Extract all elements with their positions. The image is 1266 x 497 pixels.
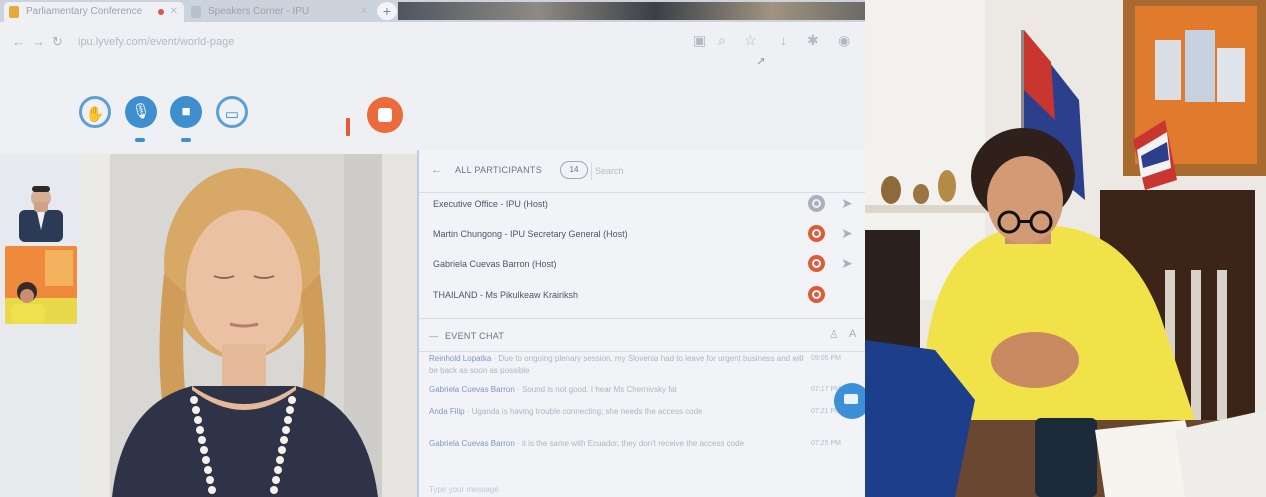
participants-title: ALL PARTICIPANTS <box>455 165 542 175</box>
tab-title: Speakers Corner - IPU <box>208 6 310 17</box>
chat-message: Gabriela Cuevas Barron · it is the same … <box>429 439 745 448</box>
stop-icon <box>378 108 392 122</box>
camera-indicator <box>181 138 191 142</box>
chat-message: Reinhold Lopatka · Due to ongoing plenar… <box>429 354 804 375</box>
address-bar: ← → ↻ ipu.lyvefy.com/event/world-page ▣ … <box>0 22 865 68</box>
profile-icon[interactable]: ◉ <box>838 32 850 49</box>
participant-status-icon <box>808 286 825 303</box>
cast-icon[interactable]: ▣ <box>693 32 706 49</box>
participant-status-icon <box>808 255 825 272</box>
text-size-icon[interactable]: A <box>849 328 856 340</box>
participant-name: Martin Chungong - IPU Secretary General … <box>433 229 628 239</box>
window-strip <box>398 2 865 20</box>
microphone-button[interactable]: 🎙 <box>125 96 157 128</box>
forward-icon[interactable]: → <box>32 34 45 49</box>
event-chat-header[interactable]: — EVENT CHAT ♙ A <box>419 318 865 352</box>
participant-name: THAILAND - Ms Pikulkeaw Krairiksh <box>433 290 579 300</box>
chat-time: 07:25 PM <box>811 440 841 447</box>
raise-hand-icon: ✋ <box>85 106 105 123</box>
close-tab-icon[interactable]: ✕ <box>360 2 368 22</box>
participant-row[interactable]: Gabriela Cuevas Barron (Host) ➤ <box>419 250 865 280</box>
participants-header: ← ALL PARTICIPANTS 14 Search <box>419 150 865 193</box>
send-message-icon[interactable]: ➤ <box>841 195 853 212</box>
browser-tab-bar: Parliamentary Conference ✕ Speakers Corn… <box>0 0 865 22</box>
send-message-icon[interactable]: ➤ <box>841 255 853 272</box>
chat-message: Gabriela Cuevas Barron · Sound is not go… <box>429 385 677 394</box>
participant-thumbnails <box>0 154 82 497</box>
event-chat-title: EVENT CHAT <box>445 331 505 341</box>
microphone-icon: 🎙 <box>131 103 151 120</box>
chat-message: Anda Filip · Uganda is having trouble co… <box>429 407 703 416</box>
participant-name: Executive Office - IPU (Host) <box>433 199 548 209</box>
extensions-icon[interactable]: ✱ <box>807 32 819 49</box>
side-panel: ← ALL PARTICIPANTS 14 Search Executive O… <box>417 150 865 497</box>
reload-icon[interactable]: ↻ <box>52 34 63 50</box>
close-tab-icon[interactable]: ✕ <box>170 2 178 22</box>
search-icon[interactable]: ⌕ <box>718 32 726 49</box>
new-tab-button[interactable]: + <box>377 2 397 20</box>
main-video-feed <box>82 154 417 497</box>
mic-indicator <box>135 138 145 142</box>
camera-button[interactable]: ■ <box>170 96 202 128</box>
browser-tab-1[interactable]: Parliamentary Conference ✕ <box>4 2 184 22</box>
chat-text: it is the same with Ecuador, they don't … <box>521 439 745 448</box>
chat-text: Sound is not good. I hear Ms Chernivsky … <box>521 385 677 394</box>
participant-row[interactable]: Martin Chungong - IPU Secretary General … <box>419 220 865 250</box>
chat-text: Uganda is having trouble connecting; she… <box>471 407 703 416</box>
chat-sender: Anda Filip <box>429 407 465 416</box>
chat-time: 09:05 PM <box>811 355 841 362</box>
camera-icon: ■ <box>181 103 191 120</box>
back-arrow-icon[interactable]: ← <box>431 164 442 176</box>
chat-sender: Gabriela Cuevas Barron <box>429 385 515 394</box>
recording-bar <box>346 118 350 136</box>
download-icon[interactable]: ↓ <box>780 32 787 48</box>
participant-status-icon <box>808 195 825 212</box>
screen-share-button[interactable]: ▭ <box>216 96 248 128</box>
screen-share-icon: ▭ <box>224 106 240 123</box>
thumbnail-woman-in-yellow[interactable] <box>5 246 77 324</box>
chat-sender: Gabriela Cuevas Barron <box>429 439 515 448</box>
site-favicon-icon <box>191 6 201 18</box>
participant-search-input[interactable]: Search <box>595 166 624 176</box>
chat-action-button[interactable] <box>834 383 865 419</box>
thumbnail-man-in-suit[interactable] <box>5 164 77 242</box>
participant-status-icon <box>808 225 825 242</box>
site-favicon-icon <box>9 6 19 18</box>
send-message-icon[interactable]: ➤ <box>841 225 853 242</box>
tab-title: Parliamentary Conference <box>26 6 143 17</box>
browser-tab-2[interactable]: Speakers Corner - IPU ✕ <box>186 2 374 22</box>
meeting-controls: ✋ 🎙 ■ ▭ <box>0 64 865 154</box>
recording-dot-icon <box>158 9 164 15</box>
back-icon[interactable]: ← <box>12 34 25 49</box>
room-photo <box>865 0 1266 497</box>
divider <box>591 162 592 180</box>
chat-message-input[interactable]: Type your message <box>429 485 499 494</box>
participant-row[interactable]: THAILAND - Ms Pikulkeaw Krairiksh <box>419 281 865 311</box>
star-icon[interactable]: ☆ <box>744 32 757 49</box>
laptop-screen: Parliamentary Conference ✕ Speakers Corn… <box>0 0 865 497</box>
chat-sender: Reinhold Lopatka <box>429 354 492 363</box>
raise-hand-button[interactable]: ✋ <box>79 96 111 128</box>
participant-name: Gabriela Cuevas Barron (Host) <box>433 259 557 269</box>
collapse-icon[interactable]: — <box>429 331 438 341</box>
participant-row[interactable]: Executive Office - IPU (Host) ➤ <box>419 190 865 220</box>
person-icon[interactable]: ♙ <box>829 328 839 341</box>
participants-count-badge: 14 <box>560 161 588 179</box>
stop-recording-button[interactable] <box>367 97 403 133</box>
url-field[interactable]: ipu.lyvefy.com/event/world-page <box>78 36 234 48</box>
